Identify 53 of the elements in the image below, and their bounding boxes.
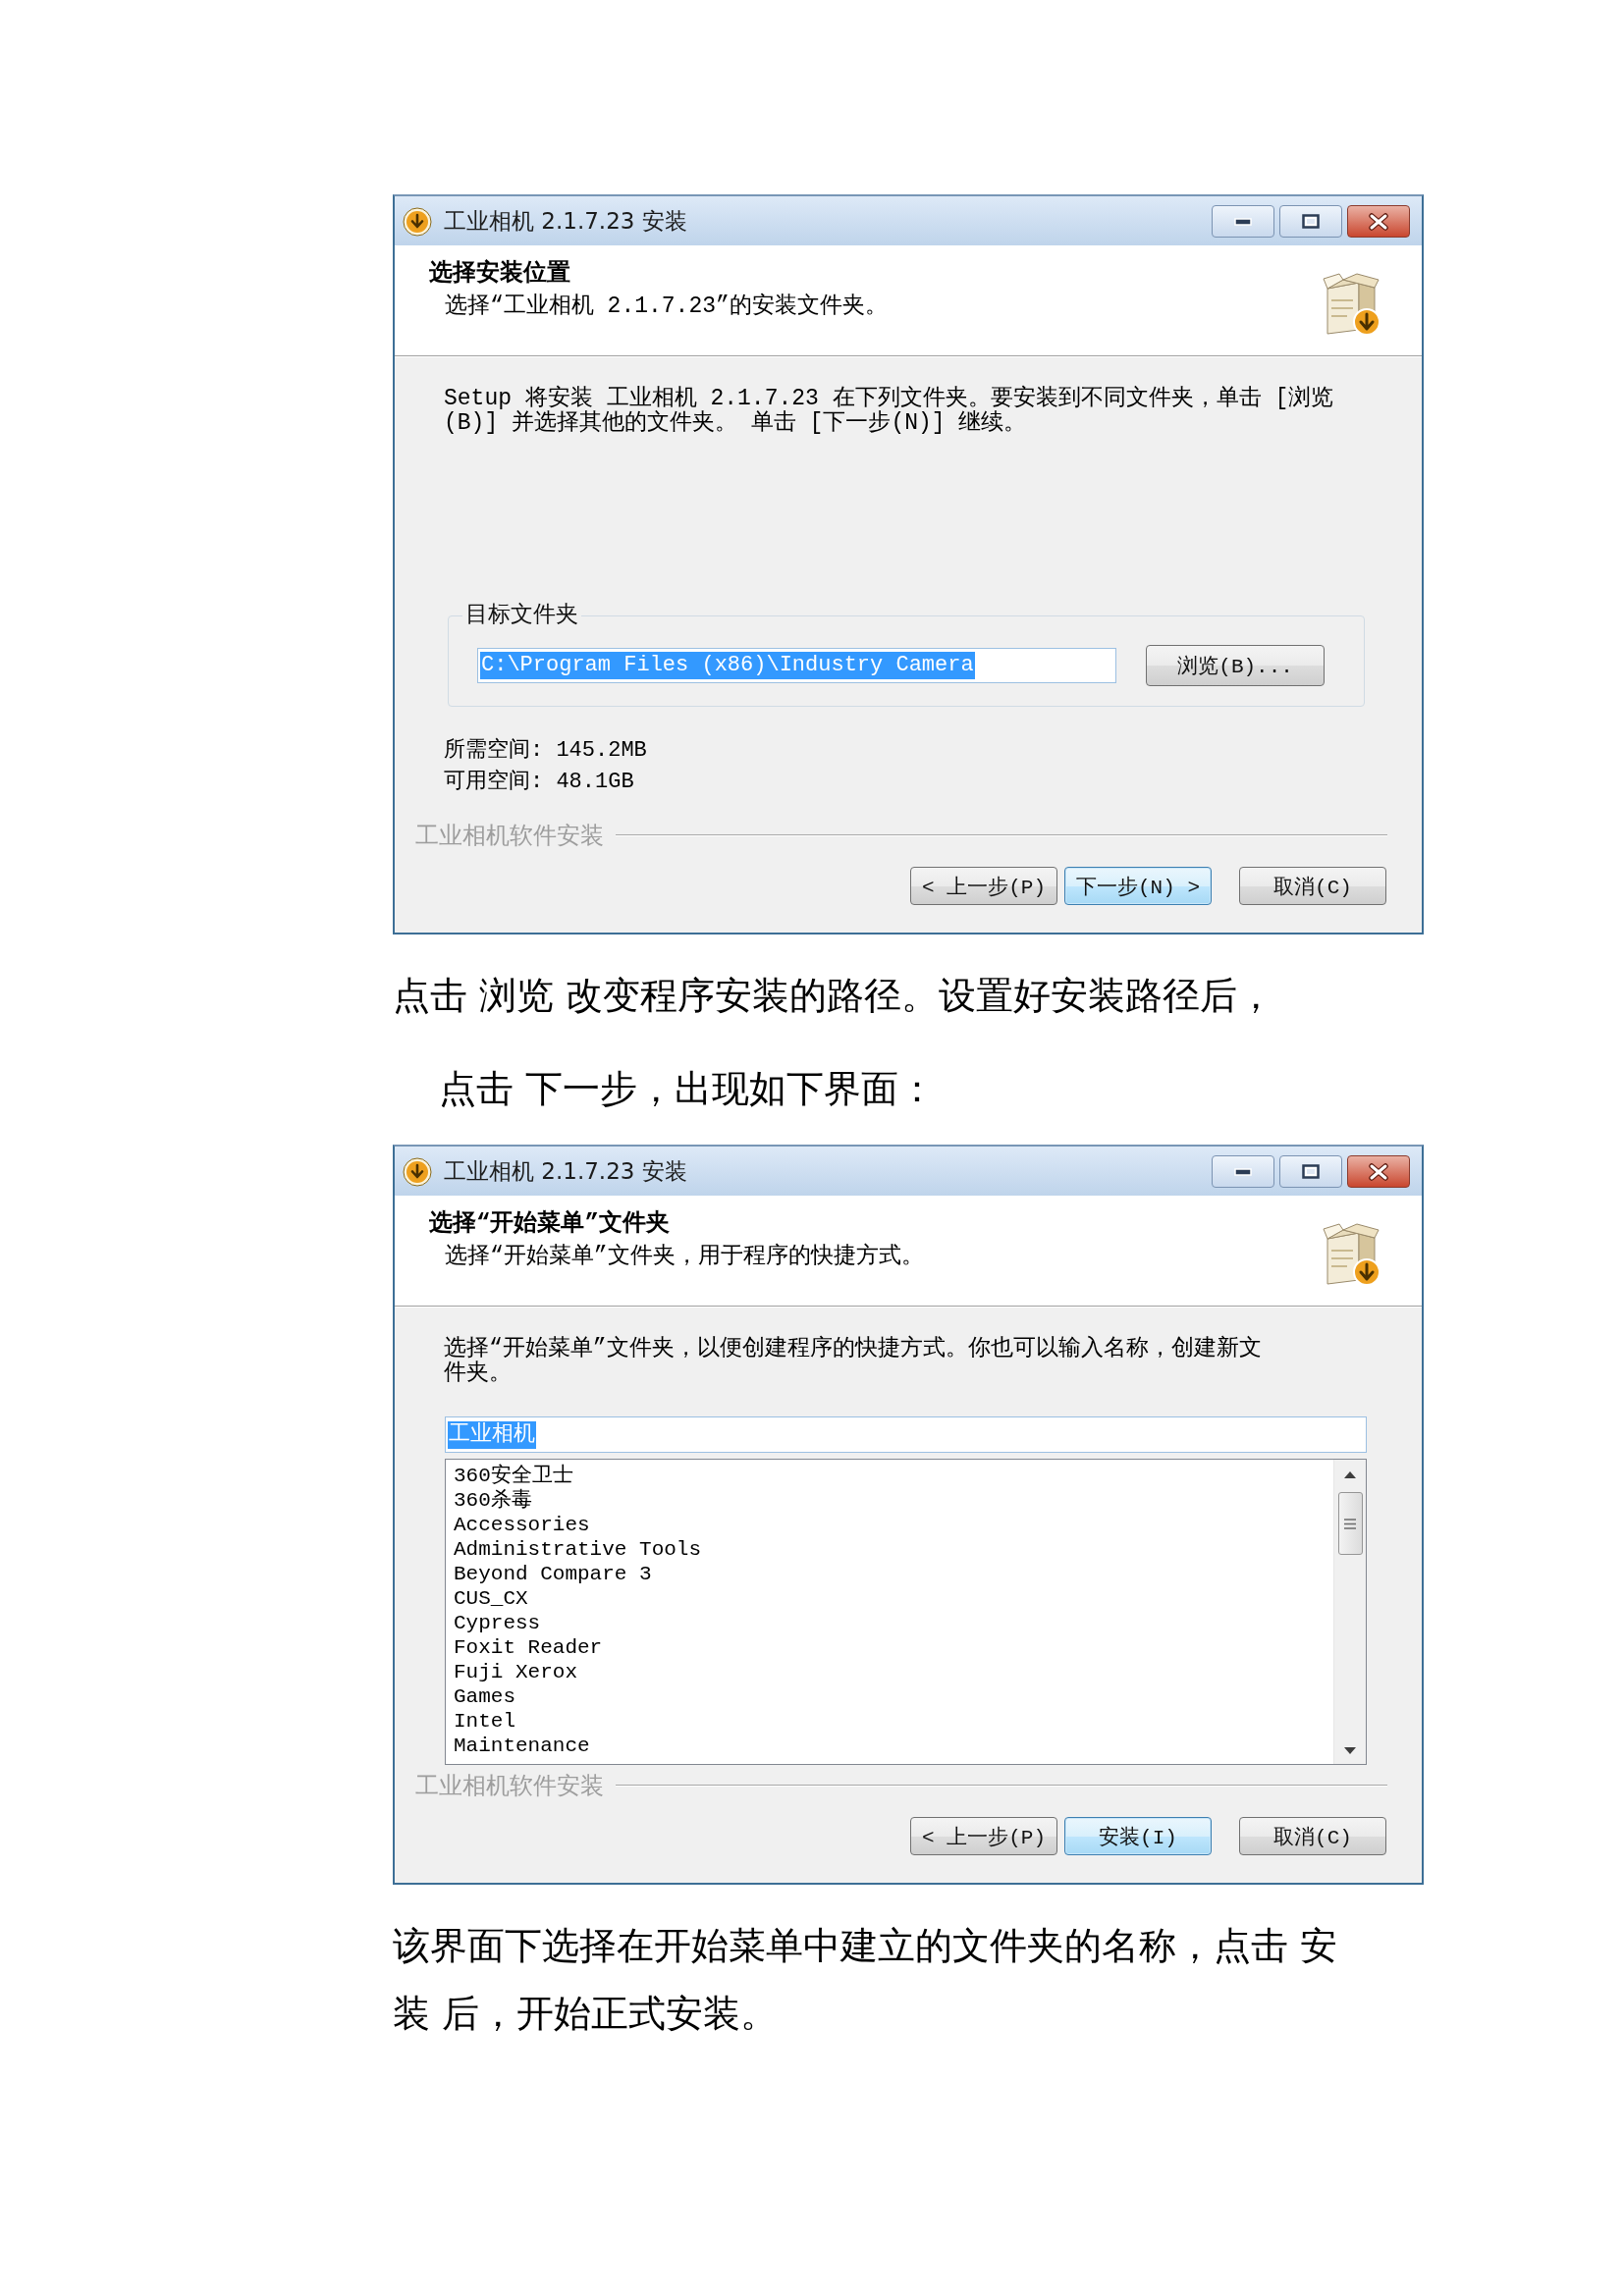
download-icon bbox=[403, 1157, 432, 1187]
page-title: 选择“开始菜单”文件夹 bbox=[429, 1209, 671, 1239]
minimize-button[interactable] bbox=[1212, 205, 1274, 238]
close-button[interactable] bbox=[1347, 205, 1410, 238]
instruction-paragraph: 该界面下选择在开始菜单中建立的文件夹的名称，点击 安装 后，开始正式安装。 bbox=[393, 1923, 1339, 2037]
list-item[interactable]: Games bbox=[454, 1684, 1333, 1709]
list-item[interactable]: Maintenance bbox=[454, 1734, 1333, 1758]
maximize-icon bbox=[1302, 214, 1320, 229]
wizard-button[interactable]: 取消(C) bbox=[1239, 1817, 1386, 1855]
window-title: 工业相机 2.1.7.23 安装 bbox=[444, 1157, 687, 1186]
maximize-button[interactable] bbox=[1279, 205, 1342, 238]
instruction-paragraph: 点击 浏览 改变程序安装的路径。设置好安装路径后， bbox=[393, 973, 1276, 1019]
grip-icon bbox=[1344, 1518, 1356, 1529]
instruction-paragraph: 点击 下一步，出现如下界面： bbox=[438, 1066, 938, 1112]
list-item[interactable]: Fuji Xerox bbox=[454, 1660, 1333, 1684]
page-subtitle: 选择“开始菜单”文件夹，用于程序的快捷方式。 bbox=[444, 1242, 925, 1271]
branding-text: 工业相机软件安装 bbox=[415, 823, 604, 848]
close-icon bbox=[1368, 212, 1389, 231]
page-subtitle: 选择“工业相机 2.1.7.23”的安装文件夹。 bbox=[444, 293, 889, 321]
page-title: 选择安装位置 bbox=[429, 259, 571, 289]
wizard-button[interactable]: 取消(C) bbox=[1239, 867, 1386, 905]
list-item[interactable]: CUS_CX bbox=[454, 1586, 1333, 1611]
download-icon bbox=[403, 207, 432, 237]
wizard-button[interactable]: 安装(I) bbox=[1064, 1817, 1212, 1855]
list-item[interactable]: Cypress bbox=[454, 1611, 1333, 1635]
list-item[interactable]: Intel bbox=[454, 1709, 1333, 1734]
wizard-button[interactable]: < 上一步(P) bbox=[910, 1817, 1057, 1855]
instruction-text: 选择“开始菜单”文件夹，以便创建程序的快捷方式。你也可以输入名称，创建新文件夹。 bbox=[444, 1337, 1263, 1386]
close-icon bbox=[1368, 1162, 1389, 1181]
list-item[interactable]: Foxit Reader bbox=[454, 1635, 1333, 1660]
disk-space-text: 可用空间: 48.1GB bbox=[444, 768, 635, 796]
browse-button[interactable]: 浏览(B)... bbox=[1146, 645, 1325, 686]
minimize-button[interactable] bbox=[1212, 1155, 1274, 1188]
minimize-icon bbox=[1234, 217, 1252, 226]
window-title: 工业相机 2.1.7.23 安装 bbox=[444, 207, 687, 236]
wizard-button[interactable]: 下一步(N) > bbox=[1064, 867, 1212, 905]
list-item[interactable]: 360安全卫士 bbox=[454, 1464, 1333, 1488]
maximize-button[interactable] bbox=[1279, 1155, 1342, 1188]
maximize-icon bbox=[1302, 1164, 1320, 1179]
scroll-up-arrow-icon[interactable] bbox=[1344, 1471, 1356, 1478]
list-item[interactable]: Administrative Tools bbox=[454, 1537, 1333, 1562]
branding-text: 工业相机软件安装 bbox=[415, 1773, 604, 1798]
scroll-down-arrow-icon[interactable] bbox=[1344, 1747, 1356, 1754]
group-label: 目标文件夹 bbox=[464, 603, 579, 628]
close-button[interactable] bbox=[1347, 1155, 1410, 1188]
disk-space-text: 所需空间: 145.2MB bbox=[444, 736, 647, 765]
list-item[interactable]: Beyond Compare 3 bbox=[454, 1562, 1333, 1586]
list-item[interactable]: 360杀毒 bbox=[454, 1488, 1333, 1513]
instruction-text: Setup 将安装 工业相机 2.1.7.23 在下列文件夹。要安装到不同文件夹，单击 [浏览(B)] 并选择其他的文件夹。 单击 [下一步(N)] 继续。 bbox=[444, 387, 1335, 436]
list-item[interactable]: Accessories bbox=[454, 1513, 1333, 1537]
wizard-button[interactable]: < 上一步(P) bbox=[910, 867, 1057, 905]
minimize-icon bbox=[1234, 1167, 1252, 1176]
scroll-thumb[interactable] bbox=[1337, 1492, 1363, 1555]
